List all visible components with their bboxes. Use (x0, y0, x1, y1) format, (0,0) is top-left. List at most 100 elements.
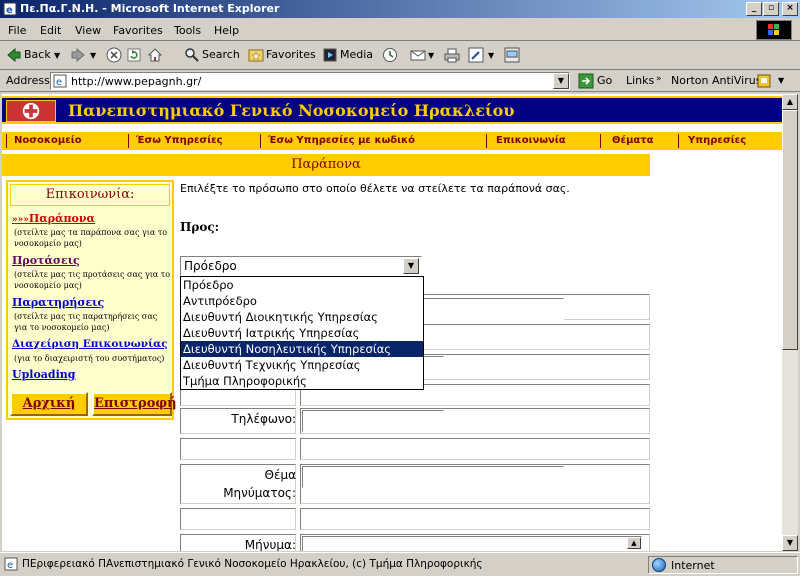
forward-arrow-icon[interactable] (70, 47, 86, 63)
sidebar-item-uploading[interactable]: Uploading (12, 368, 76, 381)
maximize-button[interactable]: ▫ (763, 2, 779, 16)
nav-separator (678, 134, 679, 148)
name-input[interactable] (420, 298, 564, 320)
print-icon[interactable] (444, 47, 460, 63)
windows-logo-icon (756, 20, 792, 40)
recipient-select[interactable]: Πρόεδρο ▼ (180, 256, 422, 276)
nav-internal-services-code[interactable]: Έσω Υπηρεσίες με κωδικό (268, 135, 415, 146)
option-it-department[interactable]: Τμήμα Πληροφορικής (181, 373, 423, 389)
option-technical-director[interactable]: Διευθυντή Τεχνικής Υπηρεσίας (181, 357, 423, 373)
subject-input[interactable] (302, 466, 564, 488)
nav-separator (6, 134, 7, 148)
close-button[interactable]: × (782, 2, 798, 16)
zone-label: Internet (671, 559, 715, 572)
norton-icon[interactable] (756, 73, 772, 89)
scroll-up-icon[interactable]: ▲ (782, 94, 798, 110)
form-cell (180, 508, 296, 530)
home-button[interactable]: Αρχική (10, 392, 88, 416)
menu-tools[interactable]: Tools (174, 24, 201, 37)
sidebar-item-desc: (στείλτε μας τις παρατηρήσεις σας για το… (14, 312, 158, 332)
menu-favorites[interactable]: Favorites (113, 24, 163, 37)
sidebar-item-desc: (στείλτε μας τις προτάσεις σας για το νο… (14, 270, 171, 290)
nav-hospital[interactable]: Νοσοκομείο (14, 135, 82, 146)
mail-dropdown-icon[interactable]: ▼ (428, 51, 434, 60)
to-label: Προς: (180, 220, 220, 234)
go-arrow-icon[interactable] (578, 73, 594, 89)
minimize-button[interactable]: _ (746, 2, 762, 16)
textarea-scroll-up-icon[interactable]: ▲ (627, 537, 641, 549)
nav-separator (486, 134, 487, 148)
nav-internal-services[interactable]: Έσω Υπηρεσίες (136, 135, 223, 146)
favorites-icon[interactable] (248, 47, 264, 63)
address-url: http://www.pepagnh.gr/ (71, 75, 202, 88)
svg-text:e: e (56, 77, 62, 88)
phone-label: Τηλέφωνο: (231, 412, 296, 426)
sidebar-item-complaints[interactable]: »»»Παράπονα (12, 212, 95, 225)
menu-help[interactable]: Help (214, 24, 239, 37)
back-button[interactable]: Back (24, 48, 51, 61)
address-input[interactable]: e http://www.pepagnh.gr/ ▼ (50, 72, 570, 90)
refresh-icon[interactable] (126, 47, 142, 63)
site-banner: Πανεπιστημιακό Γενικό Νοσοκομείο Ηρακλεί… (2, 96, 782, 124)
menu-file[interactable]: File (8, 24, 26, 37)
phone-input[interactable] (302, 410, 444, 432)
current-arrow-icon: »»» (12, 215, 29, 225)
message-textarea[interactable]: ▲ (302, 536, 642, 551)
menu-edit[interactable]: Edit (40, 24, 61, 37)
address-dropdown-icon[interactable]: ▼ (553, 73, 569, 89)
history-icon[interactable] (382, 47, 398, 63)
page-icon: e (53, 74, 67, 88)
home-icon[interactable] (147, 47, 163, 63)
ie-page-icon: e (3, 2, 17, 16)
security-zone: Internet (648, 556, 798, 574)
nav-topics[interactable]: Θέματα (612, 135, 654, 146)
favorites-button[interactable]: Favorites (266, 48, 316, 61)
sidebar-item-observations[interactable]: Παρατηρήσεις (12, 296, 104, 309)
edit-icon[interactable] (468, 47, 484, 63)
status-text: ΠΕριφερειακό ΠΑνεπιστημιακό Γενικό Νοσοκ… (22, 558, 483, 570)
contact-sidebar: Επικοινωνία: »»»Παράπονα (στείλτε μας τα… (6, 180, 177, 420)
svg-text:e: e (7, 560, 13, 571)
option-admin-director[interactable]: Διευθυντή Διοικητικής Υπηρεσίας (181, 309, 423, 325)
sidebar-item-contact-admin[interactable]: Διαχείριση Επικοινωνίας (12, 338, 168, 350)
return-button[interactable]: Επιστροφή (92, 392, 177, 416)
option-medical-director[interactable]: Διευθυντή Ιατρικής Υπηρεσίας (181, 325, 423, 341)
norton-dropdown-icon[interactable]: ▼ (778, 76, 784, 85)
norton-label: Norton AntiVirus (671, 74, 762, 87)
search-button[interactable]: Search (202, 48, 240, 61)
scroll-down-icon[interactable]: ▼ (782, 535, 798, 551)
hospital-logo-icon (6, 100, 56, 122)
option-nursing-director[interactable]: Διευθυντή Νοσηλευτικής Υπηρεσίας (181, 341, 423, 357)
media-icon[interactable] (322, 47, 338, 63)
subject-label-line1: Θέμα (264, 468, 296, 482)
edit-dropdown-icon[interactable]: ▼ (488, 51, 494, 60)
media-button[interactable]: Media (340, 48, 373, 61)
nav-services[interactable]: Υπηρεσίες (688, 135, 746, 146)
site-title: Πανεπιστημιακό Γενικό Νοσοκομείο Ηρακλεί… (68, 101, 515, 120)
select-dropdown-icon[interactable]: ▼ (403, 258, 419, 274)
form-intro: Επιλέξτε το πρόσωπο στο οποίο θέλετε να … (180, 182, 570, 195)
search-icon[interactable] (184, 47, 200, 63)
forward-dropdown-icon[interactable]: ▼ (90, 51, 96, 60)
mail-icon[interactable] (410, 47, 426, 63)
links-chevron-icon[interactable]: » (656, 74, 662, 84)
recipient-dropdown-list: Πρόεδρο Αντιπρόεδρο Διευθυντή Διοικητική… (180, 276, 424, 390)
message-label: Μήνυμα: (244, 538, 296, 551)
toolbar: Back ▼ ▼ Search Favorites Media ▼ ▼ (0, 42, 800, 70)
window-title: Πε.Πα.Γ.Ν.Η. - Microsoft Internet Explor… (20, 2, 280, 15)
go-button[interactable]: Go (597, 74, 612, 87)
sidebar-item-suggestions[interactable]: Προτάσεις (12, 254, 80, 267)
option-president[interactable]: Πρόεδρο (181, 277, 423, 293)
nav-contact[interactable]: Επικοινωνία (496, 135, 566, 146)
option-vice-president[interactable]: Αντιπρόεδρο (181, 293, 423, 309)
sidebar-item-desc: (για το διαχειριστή του συστήματος) (14, 354, 165, 363)
scroll-thumb[interactable] (782, 110, 798, 350)
back-arrow-icon[interactable] (6, 47, 22, 63)
sidebar-item-desc: (στείλτε μας τα παράπονα σας για το νοσο… (14, 228, 168, 248)
links-button[interactable]: Links (626, 74, 654, 87)
discuss-icon[interactable] (504, 47, 520, 63)
back-dropdown-icon[interactable]: ▼ (54, 51, 60, 60)
stop-icon[interactable] (106, 47, 122, 63)
menu-view[interactable]: View (75, 24, 101, 37)
vertical-scrollbar[interactable]: ▲ ▼ (782, 94, 798, 551)
